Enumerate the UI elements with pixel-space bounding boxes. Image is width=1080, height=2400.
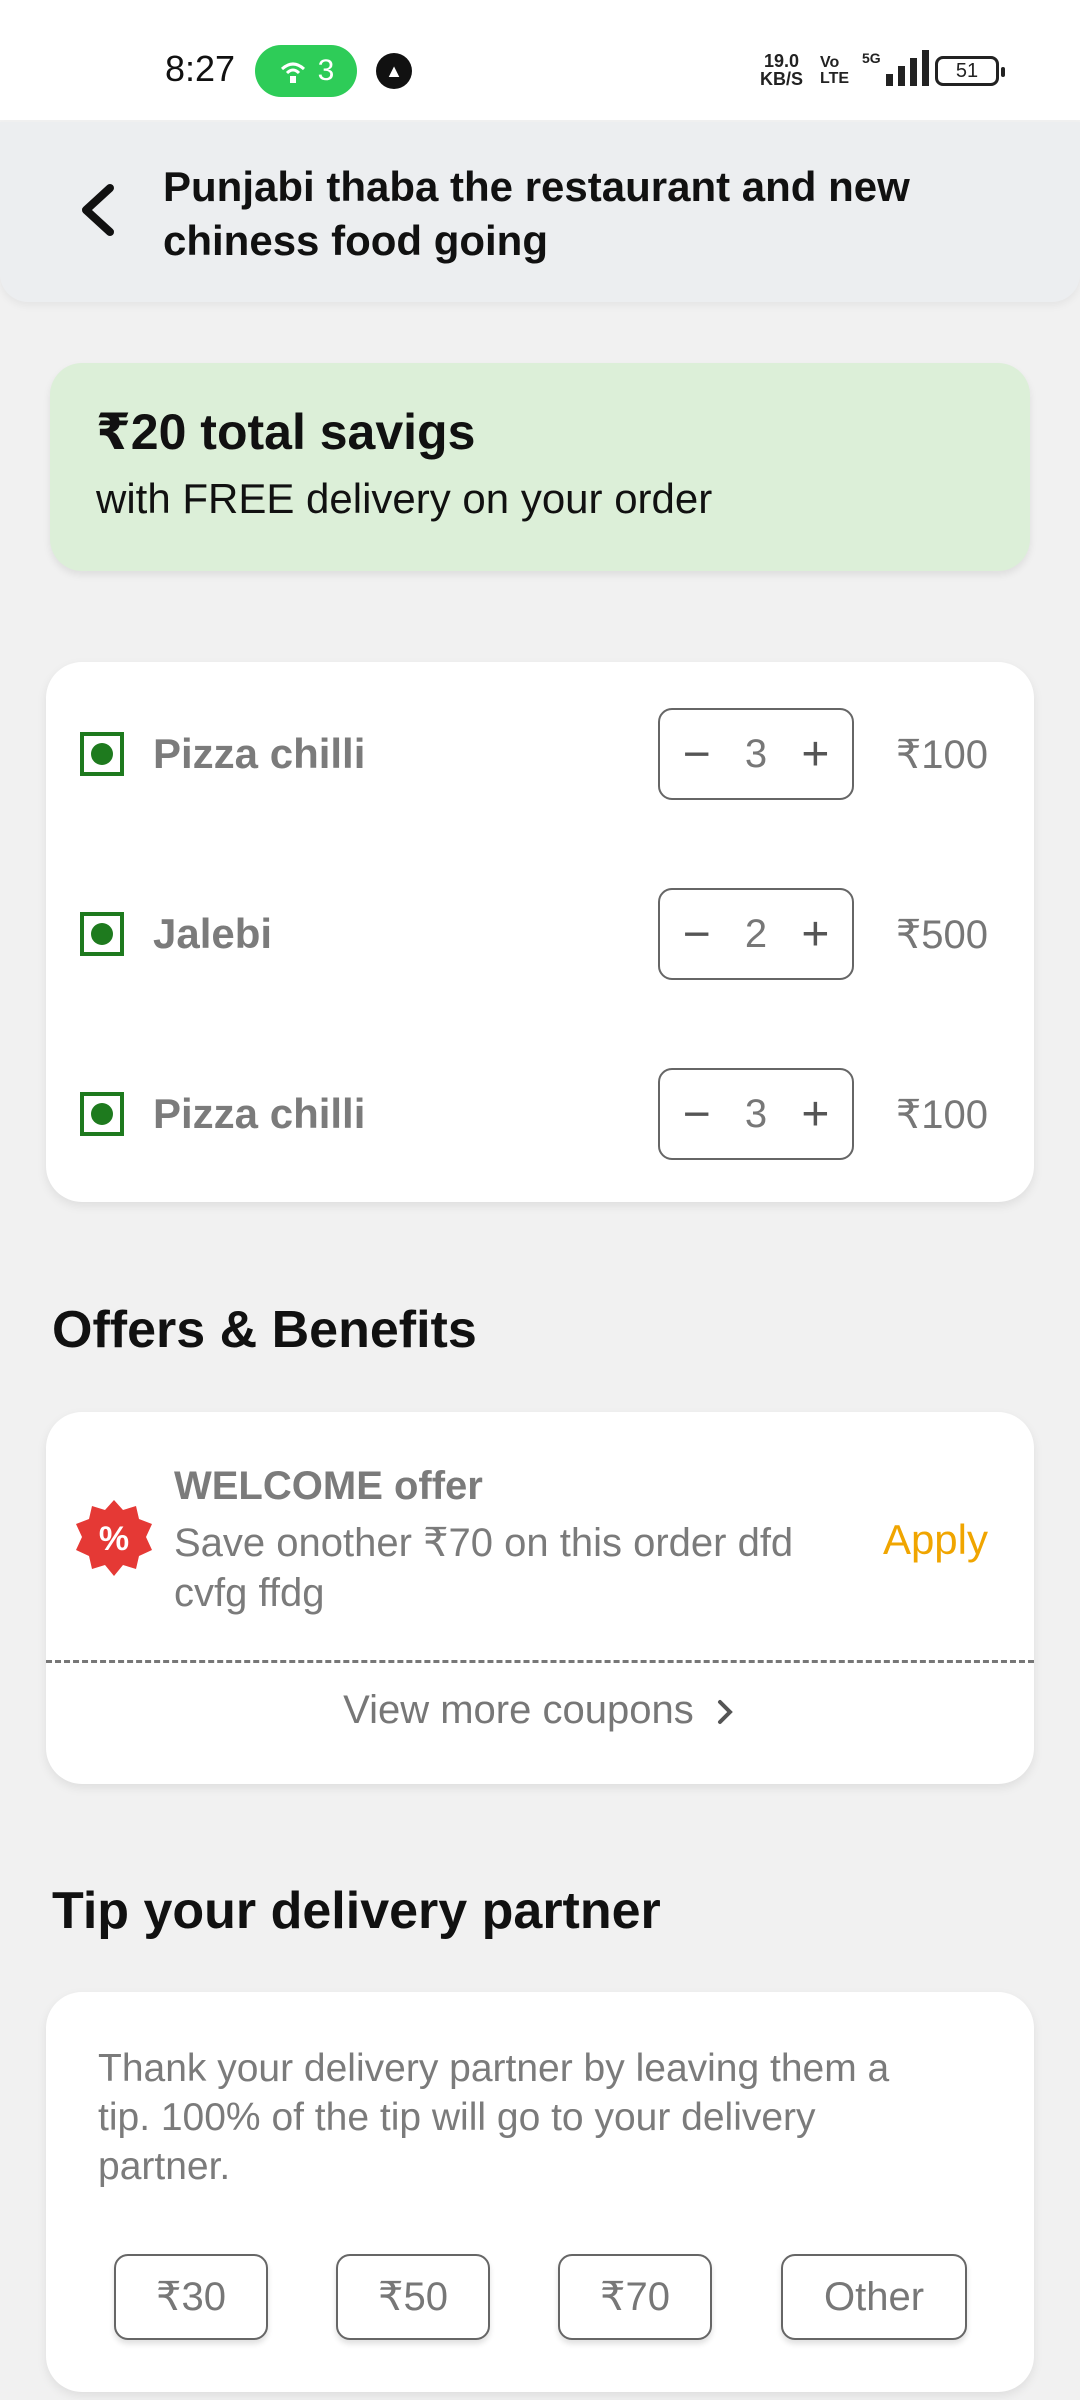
savings-title: ₹20 total savigs [96,404,476,460]
discount-percent-icon: % [76,1500,152,1576]
tip-option-other[interactable]: Other [781,2254,967,2340]
tip-option-30[interactable]: ₹30 [114,2254,268,2340]
status-time: 8:27 [165,48,236,89]
back-arrow-icon[interactable] [70,180,130,240]
veg-icon [80,912,124,956]
volte-top: Vo [820,54,840,71]
chevron-right-icon [717,1700,733,1725]
tip-card: Thank your delivery partner by leaving t… [46,1992,1034,2392]
decrement-button[interactable]: − [672,907,722,962]
item-price: ₹100 [895,733,988,777]
cart-item: Pizza chilli − 3 + ₹100 [46,1068,1034,1160]
item-name: Pizza chilli [153,1090,366,1137]
cart-item: Pizza chilli − 3 + ₹100 [46,708,1034,800]
apply-coupon-button[interactable]: Apply [883,1516,988,1564]
veg-icon [80,732,124,776]
network-speed: 19.0 KB/S [760,52,803,88]
cart-item: Jalebi − 2 + ₹500 [46,888,1034,980]
veg-icon [80,1092,124,1136]
divider [46,1660,1034,1663]
cart-items-card: Pizza chilli − 3 + ₹100 Jalebi − 2 + ₹50… [46,662,1034,1202]
tip-section-title: Tip your delivery partner [52,1882,661,1940]
network-type: 5G [862,50,881,66]
offer-description: Save onother ₹70 on this order dfd cvfg … [174,1521,794,1615]
view-more-coupons-label: View more coupons [343,1688,694,1732]
hotspot-indicator: 3 [255,45,357,97]
decrement-button[interactable]: − [672,1087,722,1142]
savings-banner: ₹20 total savigs with FREE delivery on y… [50,363,1030,571]
offer-card: % WELCOME offer Save onother ₹70 on this… [46,1412,1034,1784]
battery-level: 51 [955,59,979,82]
item-price: ₹500 [895,913,988,957]
hotspot-icon [280,62,305,83]
hotspot-count: 3 [317,54,335,87]
quantity-stepper: − 2 + [658,888,854,980]
tip-option-50[interactable]: ₹50 [336,2254,490,2340]
item-price: ₹100 [895,1093,988,1137]
decrement-button[interactable]: − [672,727,722,782]
item-name: Jalebi [153,910,273,957]
battery-icon: 51 [935,56,1005,86]
increment-button[interactable]: + [790,907,840,962]
network-speed-unit: KB/S [760,69,804,89]
offers-section-title: Offers & Benefits [52,1301,477,1359]
tip-option-70[interactable]: ₹70 [558,2254,712,2340]
app-notification-icon: ▲ [376,53,412,89]
quantity-stepper: − 3 + [658,1068,854,1160]
restaurant-title: Punjabi thaba the restaurant and new chi… [163,163,910,264]
quantity-value: 2 [744,911,768,956]
increment-button[interactable]: + [790,727,840,782]
tip-description: Thank your delivery partner by leaving t… [98,2047,890,2188]
quantity-value: 3 [744,1091,768,1136]
quantity-value: 3 [744,731,768,776]
offer-title: WELCOME offer [174,1464,483,1508]
savings-subtitle: with FREE delivery on your order [96,475,713,522]
volte-indicator: Vo LTE [820,55,849,87]
item-name: Pizza chilli [153,730,366,777]
increment-button[interactable]: + [790,1087,840,1142]
network-speed-value: 19.0 [763,51,800,71]
volte-bottom: LTE [820,70,850,87]
header: Punjabi thaba the restaurant and new chi… [0,122,1080,302]
view-more-coupons-link[interactable]: View more coupons [46,1688,1034,1733]
status-bar: 8:27 3 ▲ 19.0 KB/S Vo LTE 5G 51 [0,0,1080,120]
signal-icon: 5G [862,50,929,86]
svg-text:%: % [99,1520,129,1558]
quantity-stepper: − 3 + [658,708,854,800]
